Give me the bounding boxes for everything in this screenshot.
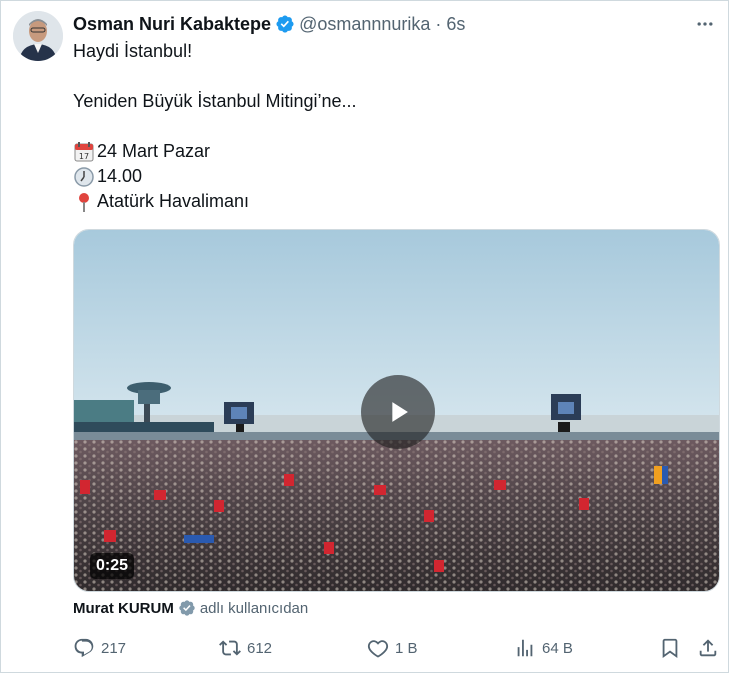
- action-bar: 217 612 1 B 64 B: [73, 635, 723, 661]
- play-icon: [392, 402, 408, 422]
- repost-button[interactable]: 612: [219, 635, 272, 661]
- tweet-timestamp[interactable]: 6s: [446, 14, 465, 35]
- share-button[interactable]: [697, 635, 725, 661]
- more-icon[interactable]: [694, 13, 716, 35]
- play-button[interactable]: [361, 375, 435, 449]
- tweet-date-line: 17 24 Mart Pazar: [73, 139, 713, 164]
- share-icon: [699, 639, 717, 657]
- repost-icon: [219, 640, 241, 656]
- reply-count: 217: [101, 639, 127, 657]
- tweet-text: Haydi İstanbul! Yeniden Büyük İstanbul M…: [73, 39, 713, 214]
- gray-verified-icon: [178, 599, 196, 617]
- author-handle[interactable]: @osmannnurika: [299, 14, 430, 35]
- pin-emoji-icon: [73, 191, 95, 213]
- verified-badge-icon[interactable]: [275, 14, 295, 34]
- calendar-emoji-icon: 17: [73, 141, 95, 163]
- svg-text:17: 17: [79, 152, 89, 161]
- heart-icon: [367, 640, 389, 658]
- video-player[interactable]: 0:25: [73, 229, 720, 592]
- views-count: 64 B: [542, 639, 573, 657]
- avatar[interactable]: [13, 11, 63, 61]
- like-count: 1 B: [395, 639, 418, 657]
- bookmark-button[interactable]: [659, 635, 687, 661]
- tweet-line: Haydi İstanbul!: [73, 41, 193, 61]
- header-separator: ·: [435, 13, 442, 34]
- like-button[interactable]: 1 B: [367, 635, 418, 661]
- tweet-line: Yeniden Büyük İstanbul Mitingi’ne...: [73, 91, 357, 111]
- repost-count: 612: [247, 639, 273, 657]
- reply-icon: [74, 638, 94, 658]
- tweet-card[interactable]: Osman Nuri Kabaktepe @osmannnurika · 6s …: [0, 0, 729, 673]
- reply-button[interactable]: 217: [73, 635, 126, 661]
- author-name[interactable]: Osman Nuri Kabaktepe: [73, 14, 271, 35]
- event-place: Atatürk Havalimanı: [97, 191, 250, 211]
- bookmark-icon: [662, 638, 678, 659]
- media-attribution: Murat KURUM adlı kullanıcıdan: [73, 597, 308, 619]
- tweet-place-line: Atatürk Havalimanı: [73, 189, 713, 214]
- views-icon: [517, 639, 533, 657]
- event-time: 14.00: [97, 166, 143, 186]
- clock-emoji-icon: [73, 166, 95, 188]
- attribution-suffix: adlı kullanıcıdan: [199, 599, 309, 617]
- views-button[interactable]: 64 B: [514, 635, 573, 661]
- event-date: 24 Mart Pazar: [97, 141, 211, 161]
- video-duration: 0:25: [90, 553, 135, 579]
- attribution-name[interactable]: Murat KURUM: [73, 600, 174, 617]
- tweet-time-line: 14.00: [73, 164, 713, 189]
- tweet-header: Osman Nuri Kabaktepe @osmannnurika · 6s: [73, 12, 668, 36]
